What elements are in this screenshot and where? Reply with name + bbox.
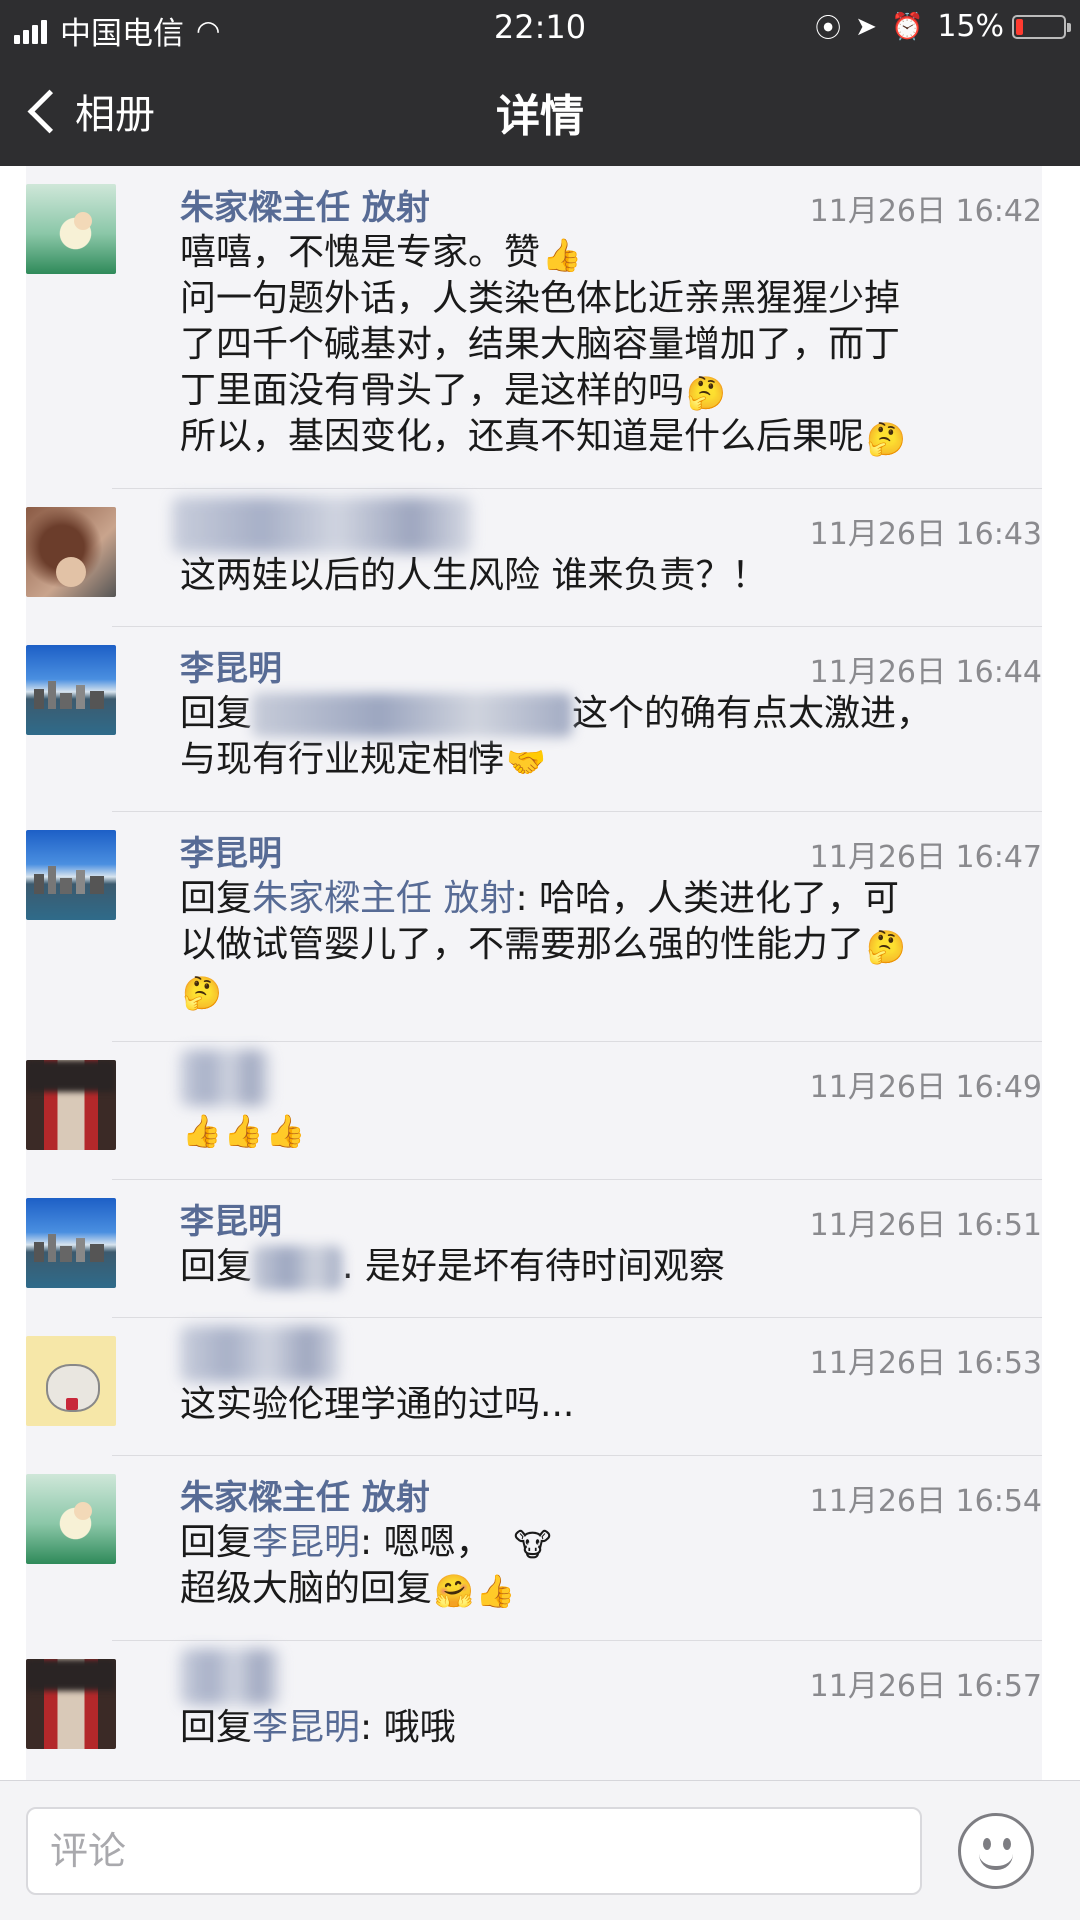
comment-time: 11月26日 16:53 [809,1346,1042,1381]
comment-line: 所以，基因变化，还真不知道是什么后果呢🤔 [180,416,906,458]
navigation-bar: 相册 详情 [0,54,1080,166]
location-icon: ➤ [855,11,877,42]
comment-line: 了四千个碱基对，结果大脑容量增加了，而丁 [180,324,901,365]
comment-body: 回复. 是好是坏有待时间观察 [180,1244,1040,1290]
comment-time: 11月26日 16:44 [809,655,1042,690]
thumbs-up-icon: 👍 [223,1112,264,1150]
comment-line: 回复李昆明: 嗯嗯， 🐮 [180,1522,552,1564]
reply-target-name[interactable]: 李昆明 [252,1707,360,1748]
comment-time: 11月26日 16:43 [809,517,1042,552]
thumbs-up-icon: 👍 [475,1572,516,1610]
comment-item: 李昆明 11月26日 16:44 回复 这个的确有点太激进， 与现有行业规定相悖🤝 [26,626,1042,811]
comment-line: 与现有行业规定相悖🤝 [180,739,546,781]
comment-input-bar [0,1780,1080,1920]
thinking-icon: 🤔 [866,420,906,458]
avatar[interactable] [26,1659,116,1749]
thumbs-up-icon: 👍 [542,236,582,274]
comment-line: 回复. 是好是坏有待时间观察 [180,1244,1040,1290]
avatar[interactable] [26,507,116,597]
comment-item: 11月26日 16:49 👍👍👍 [26,1041,1042,1179]
comment-input[interactable] [26,1807,922,1895]
comment-line: 问一句题外话，人类染色体比近亲黑猩猩少掉 [180,278,901,319]
avatar[interactable] [26,1060,116,1150]
reply-target-name[interactable]: 李昆明 [252,1522,360,1563]
avatar[interactable] [26,1336,116,1426]
comment-body: 回复李昆明: 嗯嗯， 🐮 超级大脑的回复🤗👍 [180,1520,1040,1612]
thinking-icon: 🤔 [182,974,222,1012]
battery-icon [1012,14,1071,39]
comment-line: 超级大脑的回复🤗👍 [180,1568,516,1610]
commenter-name[interactable]: 李昆明 [180,641,282,690]
avatar[interactable] [26,1474,116,1564]
rotation-lock-icon: ⦿ [815,14,842,44]
comment-time: 11月26日 16:51 [809,1208,1042,1243]
thumbs-up-icon: 👍 [265,1112,306,1150]
comment-body: 回复朱家樑主任 放射: 哈哈，人类进化了，可 以做试管婴儿了，不需要那么强的性能… [180,876,1040,1014]
moments-detail-screen: 中国电信 ◠ 22:10 ⦿ ➤ ⏰ 15% 相册 详情 朱家樑主任 放射 11… [0,0,1080,1920]
comment-line: 丁里面没有骨头了，是这样的吗🤔 [180,370,726,412]
comment-time: 11月26日 16:57 [809,1669,1042,1704]
comment-item: 李昆明 11月26日 16:51 回复. 是好是坏有待时间观察 [26,1179,1042,1317]
comment-body: 这两娃以后的人生风险 谁来负责？！ [180,553,1040,599]
comment-body: 回复李昆明: 哦哦 [180,1705,1040,1751]
comment-item: 11月26日 16:57 回复李昆明: 哦哦 [26,1640,1042,1780]
avatar[interactable] [26,830,116,920]
comment-line: 回复朱家樑主任 放射: 哈哈，人类进化了，可 [180,878,900,919]
comment-time: 11月26日 16:42 [809,194,1042,229]
battery-percent: 15% [937,9,1004,44]
comment-body: 这实验伦理学通的过吗... [180,1382,1040,1428]
thumbs-up-icon: 👍 [182,1112,222,1150]
smiley-icon[interactable] [958,1813,1034,1889]
blurred-name [180,1050,270,1106]
comment-line: 以做试管婴儿了，不需要那么强的性能力了🤔 [180,924,906,966]
comment-item: 李昆明 11月26日 16:47 回复朱家樑主任 放射: 哈哈，人类进化了，可 … [26,811,1042,1041]
blurred-reply-target [252,693,573,737]
comment-item: 朱家樑主任 放射 11月26日 16:54 回复李昆明: 嗯嗯， 🐮 超级大脑的回… [26,1455,1042,1640]
commenter-name[interactable]: 李昆明 [180,1194,282,1243]
comment-line: 回复李昆明: 哦哦 [180,1707,456,1748]
comment-time: 11月26日 16:49 [809,1070,1042,1105]
thinking-icon: 🤔 [686,374,726,412]
blurred-name [180,1326,340,1382]
commenter-name[interactable]: 朱家樑主任 放射 [180,1470,430,1519]
reply-target-name[interactable]: 朱家樑主任 放射 [252,878,515,919]
comment-list[interactable]: 朱家樑主任 放射 11月26日 16:42 嘻嘻，不愧是专家。赞👍 问一句题外话… [26,166,1042,1780]
alarm-icon: ⏰ [890,11,924,42]
blurred-name [172,497,472,553]
comment-line: 🤔 [180,968,1040,1014]
comment-body: 回复 这个的确有点太激进， 与现有行业规定相悖🤝 [180,691,1040,783]
thinking-icon: 🤔 [866,928,906,966]
top-bar: 中国电信 ◠ 22:10 ⦿ ➤ ⏰ 15% 相册 详情 [0,0,1080,166]
avatar[interactable] [26,645,116,735]
page-title: 详情 [496,91,584,142]
comment-time: 11月26日 16:47 [809,840,1042,875]
comment-body: 👍👍👍 [180,1106,1040,1152]
commenter-name[interactable]: 朱家樑主任 放射 [180,180,430,229]
blurred-reply-target [252,1246,343,1290]
avatar[interactable] [26,184,116,274]
hugging-icon: 🤗 [434,1572,474,1610]
commenter-name[interactable]: 李昆明 [180,826,282,875]
comment-body: 嘻嘻，不愧是专家。赞👍 问一句题外话，人类染色体比近亲黑猩猩少掉 了四千个碱基对… [180,230,1040,460]
cow-icon: 🐮 [513,1526,552,1564]
status-bar: 中国电信 ◠ 22:10 ⦿ ➤ ⏰ 15% [0,0,1080,54]
comment-line: 回复 这个的确有点太激进， [180,691,1040,737]
comment-time: 11月26日 16:54 [809,1484,1042,1519]
comment-line: 这两娃以后的人生风险 谁来负责？！ [180,555,768,596]
comment-line: 👍👍👍 [180,1106,1040,1152]
avatar[interactable] [26,1198,116,1288]
handshake-icon: 🤝 [506,743,546,781]
comment-item: 11月26日 16:43 这两娃以后的人生风险 谁来负责？！ [26,488,1042,626]
comment-line: 这实验伦理学通的过吗... [180,1384,575,1425]
blurred-name [180,1649,280,1705]
comment-item: 朱家樑主任 放射 11月26日 16:42 嘻嘻，不愧是专家。赞👍 问一句题外话… [26,166,1042,488]
comment-item: 11月26日 16:53 这实验伦理学通的过吗... [26,1317,1042,1455]
comment-line: 嘻嘻，不愧是专家。赞👍 [180,232,582,274]
status-right: ⦿ ➤ ⏰ 15% [801,8,1071,45]
